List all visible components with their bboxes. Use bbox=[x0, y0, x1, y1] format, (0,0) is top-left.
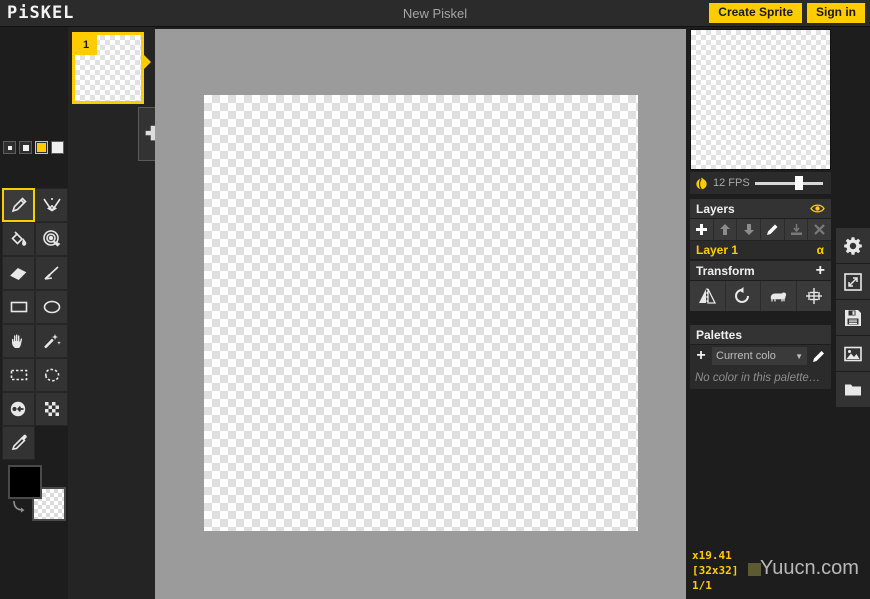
transform-title: Transform bbox=[696, 263, 755, 278]
rectangle-select-tool[interactable] bbox=[2, 358, 35, 392]
add-layer-button[interactable] bbox=[690, 219, 714, 240]
layer-name: Layer 1 bbox=[696, 243, 739, 257]
palette-selector-row: + Current colo ▼ bbox=[690, 345, 831, 367]
palettes-title: Palettes bbox=[696, 327, 743, 342]
watermark: Yuucn.com bbox=[760, 557, 859, 579]
flip-horizontal-button[interactable] bbox=[690, 281, 726, 311]
action-rail bbox=[836, 228, 870, 408]
transform-action-row bbox=[690, 281, 831, 311]
animation-preview[interactable] bbox=[690, 29, 831, 170]
shape-selection-tool[interactable] bbox=[35, 324, 68, 358]
palette-dropdown-value: Current colo bbox=[716, 350, 776, 362]
layer-list-item[interactable]: Layer 1 α bbox=[690, 240, 831, 259]
tool-column bbox=[0, 27, 68, 599]
canvas-background bbox=[155, 29, 686, 599]
merge-layer-button[interactable] bbox=[785, 219, 809, 240]
fps-label: 12 FPS bbox=[713, 177, 750, 189]
swap-colors-icon[interactable] bbox=[10, 499, 28, 517]
fps-slider[interactable] bbox=[754, 176, 823, 190]
lasso-select-tool[interactable] bbox=[35, 358, 68, 392]
palette-dropdown[interactable]: Current colo ▼ bbox=[712, 347, 807, 365]
onion-skin-toggle-icon[interactable] bbox=[695, 177, 708, 190]
piskel-app: PiSKEL New Piskel Create Sprite Sign in bbox=[0, 0, 870, 599]
pen-size-selector bbox=[3, 141, 64, 154]
color-swatches bbox=[8, 465, 66, 521]
drawing-canvas[interactable] bbox=[204, 95, 638, 531]
tool-grid bbox=[2, 188, 68, 460]
move-layer-up-button[interactable] bbox=[714, 219, 738, 240]
delete-layer-button[interactable] bbox=[808, 219, 831, 240]
top-bar: PiSKEL New Piskel Create Sprite Sign in bbox=[0, 0, 870, 27]
ellipse-tool[interactable] bbox=[35, 290, 68, 324]
clone-button[interactable] bbox=[761, 281, 797, 311]
chevron-down-icon: ▼ bbox=[795, 351, 803, 361]
frames-column: 1 ✚ Add new frame bbox=[68, 27, 208, 599]
layer-visibility-icon[interactable] bbox=[810, 203, 825, 214]
rotate-button[interactable] bbox=[726, 281, 761, 311]
fps-bar: 12 FPS bbox=[690, 172, 831, 194]
transform-add-icon[interactable]: + bbox=[816, 262, 825, 278]
transform-panel: Transform + bbox=[690, 261, 831, 311]
paint-all-same-color-tool[interactable] bbox=[35, 222, 68, 256]
pen-size-4[interactable] bbox=[51, 141, 64, 154]
zoom-level: x19.41 bbox=[692, 549, 732, 562]
save-icon[interactable] bbox=[836, 300, 870, 336]
layers-action-row bbox=[690, 219, 831, 240]
paint-bucket-tool[interactable] bbox=[2, 222, 35, 256]
frame-counter: 1/1 bbox=[692, 579, 712, 592]
fps-slider-track bbox=[754, 182, 823, 185]
export-image-icon[interactable] bbox=[836, 336, 870, 372]
center-button[interactable] bbox=[797, 281, 832, 311]
open-folder-icon[interactable] bbox=[836, 372, 870, 408]
pen-size-1[interactable] bbox=[3, 141, 16, 154]
pencil-tool[interactable] bbox=[2, 188, 35, 222]
frame-number: 1 bbox=[75, 35, 97, 55]
layers-panel: Layers Layer 1 α bbox=[690, 199, 831, 259]
palette-empty-message: No color in this palette… bbox=[695, 372, 821, 384]
eraser-tool[interactable] bbox=[2, 256, 35, 290]
primary-color-swatch[interactable] bbox=[8, 465, 42, 499]
rename-layer-button[interactable] bbox=[761, 219, 785, 240]
add-palette-button[interactable]: + bbox=[690, 345, 712, 367]
vertical-mirror-pen-tool[interactable] bbox=[35, 188, 68, 222]
sprite-size: [32x32] bbox=[692, 564, 739, 577]
color-picker-tool[interactable] bbox=[2, 426, 35, 460]
pen-size-2[interactable] bbox=[19, 141, 32, 154]
move-tool[interactable] bbox=[2, 324, 35, 358]
frame-selected-indicator bbox=[144, 55, 151, 69]
dithering-tool[interactable] bbox=[35, 392, 68, 426]
settings-gear-icon[interactable] bbox=[836, 228, 870, 264]
frame-thumbnail-1[interactable]: 1 bbox=[72, 32, 144, 104]
edit-palette-button[interactable] bbox=[807, 345, 831, 367]
fps-slider-knob[interactable] bbox=[794, 176, 803, 190]
layer-opacity-toggle[interactable]: α bbox=[817, 243, 824, 257]
pen-size-3[interactable] bbox=[35, 141, 48, 154]
layers-panel-header: Layers bbox=[690, 199, 831, 219]
palettes-panel-header: Palettes bbox=[690, 325, 831, 345]
palettes-panel: Palettes + Current colo ▼ No color in th… bbox=[690, 325, 831, 389]
rectangle-tool[interactable] bbox=[2, 290, 35, 324]
resize-icon[interactable] bbox=[836, 264, 870, 300]
transform-panel-header: Transform + bbox=[690, 261, 831, 281]
document-title: New Piskel bbox=[402, 5, 468, 21]
move-layer-down-button[interactable] bbox=[737, 219, 762, 240]
layers-title: Layers bbox=[696, 201, 735, 216]
lighten-tool[interactable] bbox=[2, 392, 35, 426]
stroke-tool[interactable] bbox=[35, 256, 68, 290]
status-readout: x19.41 [32x32] 1/1 bbox=[692, 548, 738, 593]
right-column: 12 FPS Layers Layer 1 α Transform + Pale… bbox=[686, 27, 834, 599]
